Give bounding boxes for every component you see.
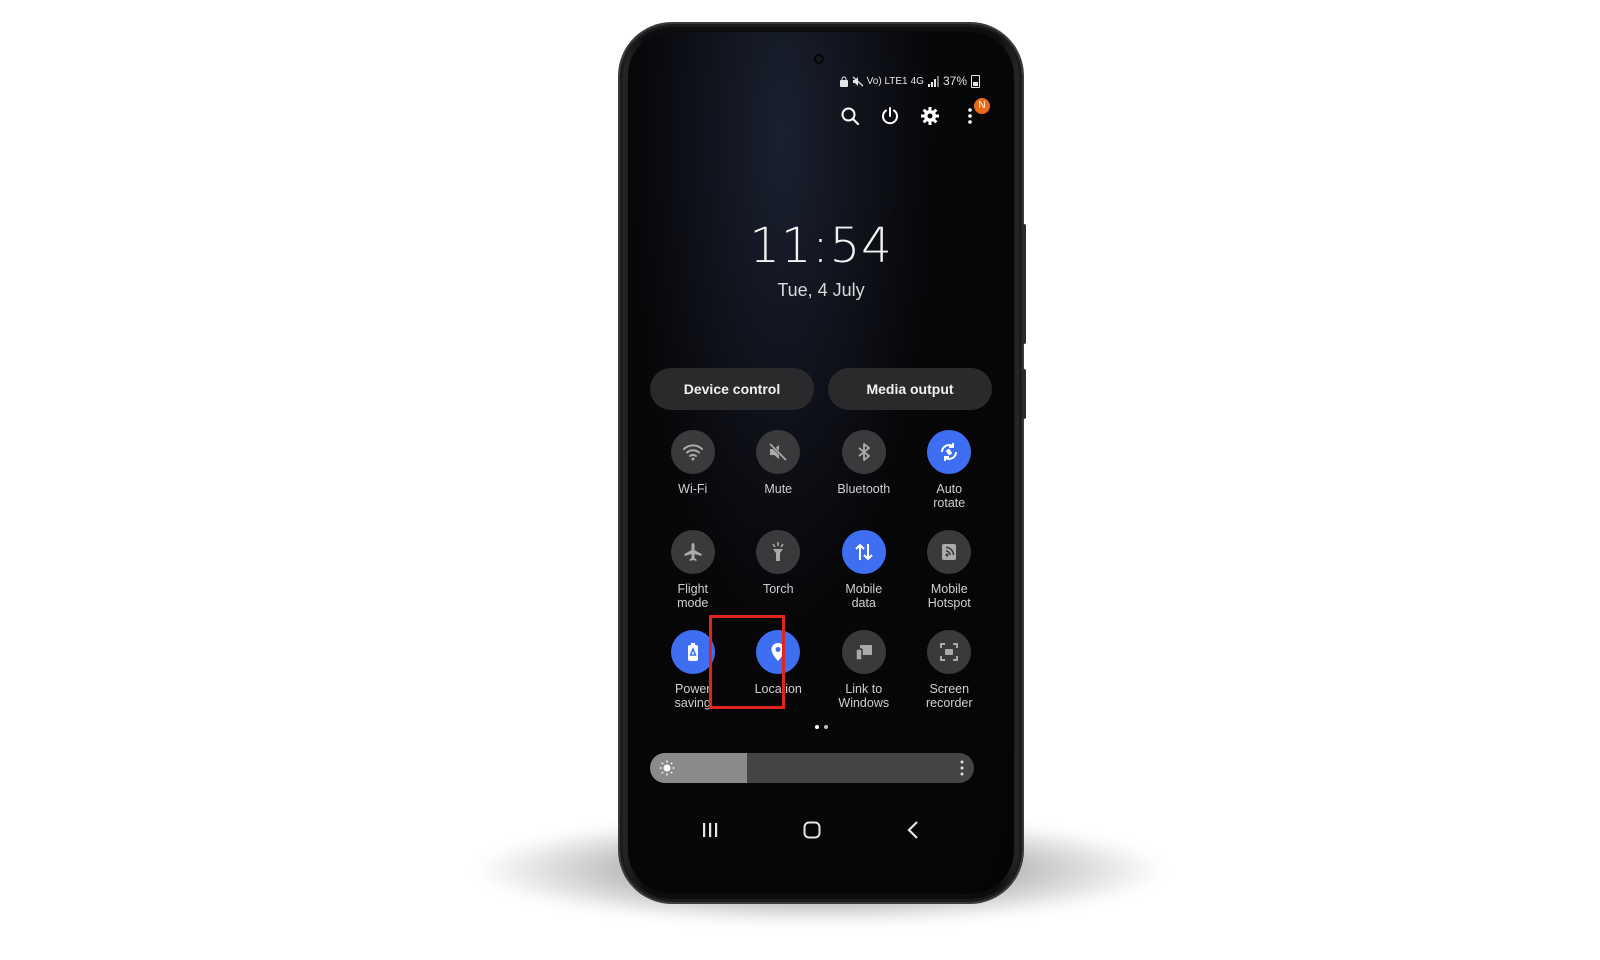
tile-label: Auto rotate <box>933 482 966 510</box>
brightness-more-icon[interactable] <box>960 759 964 777</box>
phone-frame: Vo) LTE1 4G 37% N 11:54 Tue, 4 July Devi… <box>620 24 1026 902</box>
home-icon[interactable] <box>800 818 824 842</box>
status-bar: Vo) LTE1 4G 37% <box>839 74 980 88</box>
power-icon[interactable] <box>880 106 900 126</box>
battery-percent: 37% <box>942 74 967 88</box>
tile-auto-rotate[interactable]: Auto rotate <box>907 430 993 516</box>
link-to-windows-icon[interactable] <box>841 630 886 674</box>
quick-panel-screen: Vo) LTE1 4G 37% N 11:54 Tue, 4 July Devi… <box>628 32 1014 894</box>
screen-recorder-icon[interactable] <box>927 630 972 674</box>
side-button-upper <box>1022 224 1026 344</box>
back-icon[interactable] <box>902 818 926 842</box>
clock-date: Tue, 4 July <box>777 280 865 300</box>
settings-gear-icon[interactable] <box>920 106 940 126</box>
page-dot <box>814 725 819 729</box>
airplane-icon[interactable] <box>670 530 715 574</box>
search-icon[interactable] <box>840 106 860 126</box>
front-camera <box>814 54 824 64</box>
quick-settings-grid: Wi-Fi Mute Bluetooth Auto rotate Flight … <box>650 430 992 716</box>
brightness-slider[interactable] <box>650 753 974 783</box>
tile-label: Mobile data <box>845 582 883 610</box>
tile-mobile-data[interactable]: Mobile data <box>821 530 907 616</box>
notification-badge: N <box>974 98 990 114</box>
mute-status-icon <box>852 76 864 86</box>
hotspot-icon[interactable] <box>927 530 972 574</box>
tile-power-saving[interactable]: Power saving <box>650 630 736 716</box>
brightness-sun-icon <box>659 760 675 776</box>
quick-panel-pills: Device control Media output <box>650 368 992 410</box>
page-indicator <box>628 725 1014 729</box>
tile-label: Mobile Hotspot <box>927 582 971 610</box>
status-icons: Vo) LTE1 4G <box>839 75 939 87</box>
recents-icon[interactable] <box>698 818 722 842</box>
device-control-button[interactable]: Device control <box>650 368 814 410</box>
media-output-button[interactable]: Media output <box>828 368 992 410</box>
tile-label: Wi-Fi <box>678 482 708 496</box>
tile-label: Bluetooth <box>837 482 891 496</box>
tile-wifi[interactable]: Wi-Fi <box>650 430 736 516</box>
tile-flight-mode[interactable]: Flight mode <box>650 530 736 616</box>
location-icon[interactable] <box>756 630 801 674</box>
tile-mute[interactable]: Mute <box>736 430 822 516</box>
tile-label: Screen recorder <box>925 682 973 710</box>
carrier-label: Vo) LTE1 <box>866 75 908 87</box>
tile-mobile-hotspot[interactable]: Mobile Hotspot <box>907 530 993 616</box>
side-button-lower <box>1022 369 1026 419</box>
more-options-icon[interactable]: N <box>960 98 990 126</box>
wifi-icon[interactable] <box>670 430 715 474</box>
tile-label: Link to Windows <box>838 682 890 710</box>
quick-panel-toolbar: N <box>840 98 990 126</box>
tile-location[interactable]: Location <box>736 630 822 716</box>
mute-icon[interactable] <box>756 430 801 474</box>
tile-label: Mute <box>764 482 793 496</box>
battery-icon <box>971 74 980 88</box>
bluetooth-icon[interactable] <box>841 430 886 474</box>
torch-icon[interactable] <box>756 530 801 574</box>
tile-label: Torch <box>762 582 794 596</box>
tile-label: Flight mode <box>677 582 709 610</box>
tile-label: Location <box>754 682 802 696</box>
lock-notification-icon <box>839 76 848 87</box>
tile-label: Power saving <box>674 682 711 710</box>
tile-torch[interactable]: Torch <box>736 530 822 616</box>
mobile-data-icon[interactable] <box>841 530 886 574</box>
clock-time: 11:54 <box>749 218 893 274</box>
tile-bluetooth[interactable]: Bluetooth <box>821 430 907 516</box>
tile-screen-recorder[interactable]: Screen recorder <box>907 630 993 716</box>
tile-link-to-windows[interactable]: Link to Windows <box>821 630 907 716</box>
power-saving-icon[interactable] <box>670 630 715 674</box>
signal-icon <box>927 75 939 87</box>
page-dot <box>823 725 828 729</box>
network-type: 4G <box>910 75 924 87</box>
navigation-bar <box>628 812 1014 848</box>
auto-rotate-icon[interactable] <box>927 430 972 474</box>
